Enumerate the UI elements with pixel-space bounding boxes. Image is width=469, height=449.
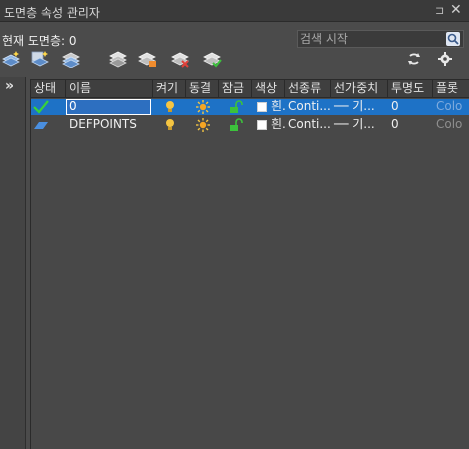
layer-name[interactable]: DEFPOINTS xyxy=(66,117,153,133)
pin-icon[interactable]: ⊐ xyxy=(435,4,444,17)
delete-layer-button[interactable] xyxy=(61,50,81,69)
new-group-filter-icon xyxy=(138,52,156,67)
window-title: 도면층 속성 관리자 xyxy=(4,6,100,20)
refresh-button[interactable] xyxy=(404,50,424,68)
delete-filter-icon xyxy=(171,52,189,68)
layer-lineweight[interactable]: ── 기... xyxy=(331,99,388,115)
filter-tree-panel: » xyxy=(0,77,26,449)
new-vp-frozen-layer-icon xyxy=(31,51,49,67)
layer-linetype[interactable]: Conti... xyxy=(285,117,331,133)
column-header-on[interactable]: 켜기 xyxy=(153,80,186,98)
expand-filters-icon[interactable]: » xyxy=(5,78,14,94)
column-header-transparency[interactable]: 투명도 xyxy=(388,80,433,98)
new-vp-frozen-layer-button[interactable] xyxy=(30,50,50,68)
column-header-lineweight[interactable]: 선가중치 xyxy=(331,80,388,98)
settings-button[interactable] xyxy=(435,50,455,68)
layer-lineweight[interactable]: ── 기... xyxy=(331,117,388,133)
layer-plot-style[interactable]: Colo xyxy=(433,99,469,115)
column-header-plot[interactable]: 플롯 xyxy=(433,80,469,98)
current-layer-label: 현재 도면층: 0 xyxy=(2,34,77,48)
delete-layer-icon xyxy=(62,52,80,69)
layer-states-icon xyxy=(109,51,127,68)
layer-name-field[interactable]: 0 xyxy=(66,99,151,115)
color-swatch[interactable] xyxy=(257,120,267,130)
current-check-icon[interactable] xyxy=(33,100,49,114)
unlocked-padlock-icon[interactable] xyxy=(229,118,243,132)
unlocked-padlock-icon[interactable] xyxy=(229,100,243,114)
layer-color-name[interactable]: 흰. xyxy=(268,99,285,115)
refresh-icon xyxy=(408,53,420,65)
sun-thawed-icon[interactable] xyxy=(196,100,210,114)
layer-transparency[interactable]: 0 xyxy=(388,99,433,115)
title-bar: 도면층 속성 관리자 ⊐ ✕ xyxy=(0,0,469,22)
search-input[interactable] xyxy=(300,32,440,46)
layer-color-name[interactable]: 흰. xyxy=(268,117,285,133)
layer-grid: 상태 이름 켜기 동결 잠금 색상 선종류 선가중치 투명도 플롯 0 흰. C… xyxy=(30,79,469,449)
layer-linetype[interactable]: Conti... xyxy=(285,99,331,115)
new-layer-icon xyxy=(2,51,20,67)
layer-states-button[interactable] xyxy=(108,50,128,68)
sun-thawed-icon[interactable] xyxy=(196,118,210,132)
lightbulb-on-icon[interactable] xyxy=(163,100,177,114)
column-header-status[interactable]: 상태 xyxy=(31,80,66,98)
new-layer-button[interactable] xyxy=(2,50,22,68)
layer-row[interactable]: 0 흰. Conti... ── 기... 0 Colo xyxy=(31,99,469,115)
column-header-color[interactable]: 색상 xyxy=(252,80,285,98)
new-group-filter-button[interactable] xyxy=(137,50,157,68)
column-header-linetype[interactable]: 선종류 xyxy=(285,80,331,98)
lightbulb-on-icon[interactable] xyxy=(163,118,177,132)
layer-row[interactable]: DEFPOINTS 흰. Conti... ── 기... 0 Colo xyxy=(31,117,469,133)
color-swatch[interactable] xyxy=(257,102,267,112)
search-box[interactable] xyxy=(297,30,464,48)
column-header-name[interactable]: 이름 xyxy=(66,80,153,98)
layer-plot-style[interactable]: Colo xyxy=(433,117,469,133)
settings-gear-icon xyxy=(438,52,452,66)
column-header-freeze[interactable]: 동결 xyxy=(186,80,219,98)
layer-parallelogram-icon xyxy=(34,122,48,129)
delete-filter-button[interactable] xyxy=(170,50,190,68)
layer-settings-check-icon xyxy=(203,52,222,68)
layer-settings-check-button[interactable] xyxy=(202,50,222,68)
close-icon[interactable]: ✕ xyxy=(450,2,462,18)
grid-header: 상태 이름 켜기 동결 잠금 색상 선종류 선가중치 투명도 플롯 xyxy=(31,80,469,98)
layer-transparency[interactable]: 0 xyxy=(388,117,433,133)
search-icon[interactable] xyxy=(446,32,460,46)
column-header-lock[interactable]: 잠금 xyxy=(219,80,252,98)
